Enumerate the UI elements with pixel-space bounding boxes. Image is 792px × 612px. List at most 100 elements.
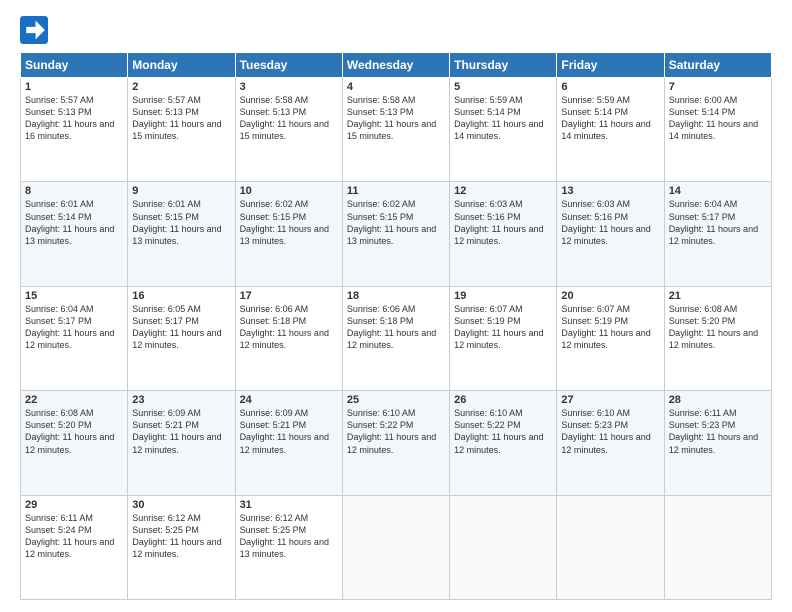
cell-text: Sunrise: 6:07 AMSunset: 5:19 PMDaylight:… xyxy=(561,304,650,350)
day-number: 2 xyxy=(132,81,230,93)
cell-text: Sunrise: 6:02 AMSunset: 5:15 PMDaylight:… xyxy=(347,199,436,245)
week-row-2: 8Sunrise: 6:01 AMSunset: 5:14 PMDaylight… xyxy=(21,182,772,286)
cell-text: Sunrise: 6:10 AMSunset: 5:23 PMDaylight:… xyxy=(561,408,650,454)
day-number: 23 xyxy=(132,394,230,406)
day-number: 15 xyxy=(25,290,123,302)
cell-text: Sunrise: 5:59 AMSunset: 5:14 PMDaylight:… xyxy=(561,95,650,141)
col-header-sunday: Sunday xyxy=(21,53,128,78)
calendar-cell: 29 Sunrise: 6:11 AMSunset: 5:24 PMDayligh… xyxy=(21,495,128,599)
day-number: 6 xyxy=(561,81,659,93)
day-number: 12 xyxy=(454,185,552,197)
day-number: 20 xyxy=(561,290,659,302)
cell-text: Sunrise: 6:04 AMSunset: 5:17 PMDaylight:… xyxy=(669,199,758,245)
day-number: 30 xyxy=(132,499,230,511)
calendar-cell: 6 Sunrise: 5:59 AMSunset: 5:14 PMDaylight… xyxy=(557,78,664,182)
calendar-cell: 16 Sunrise: 6:05 AMSunset: 5:17 PMDayligh… xyxy=(128,286,235,390)
calendar-cell: 3 Sunrise: 5:58 AMSunset: 5:13 PMDaylight… xyxy=(235,78,342,182)
calendar-cell: 24Sunrise: 6:09 AMSunset: 5:21 PMDayligh… xyxy=(235,391,342,495)
cell-text: Sunrise: 5:58 AMSunset: 5:13 PMDaylight:… xyxy=(347,95,436,141)
day-number: 19 xyxy=(454,290,552,302)
calendar-cell: 11 Sunrise: 6:02 AMSunset: 5:15 PMDayligh… xyxy=(342,182,449,286)
logo-icon xyxy=(20,16,48,44)
col-header-saturday: Saturday xyxy=(664,53,771,78)
calendar-cell: 9 Sunrise: 6:01 AMSunset: 5:15 PMDaylight… xyxy=(128,182,235,286)
day-number: 18 xyxy=(347,290,445,302)
cell-text: Sunrise: 6:06 AMSunset: 5:18 PMDaylight:… xyxy=(347,304,436,350)
header-row: SundayMondayTuesdayWednesdayThursdayFrid… xyxy=(21,53,772,78)
cell-text: Sunrise: 6:04 AMSunset: 5:17 PMDaylight:… xyxy=(25,304,114,350)
cell-text: Sunrise: 6:11 AMSunset: 5:24 PMDaylight:… xyxy=(25,513,114,559)
calendar-cell: 13Sunrise: 6:03 AMSunset: 5:16 PMDayligh… xyxy=(557,182,664,286)
day-number: 22 xyxy=(25,394,123,406)
day-number: 4 xyxy=(347,81,445,93)
day-number: 9 xyxy=(132,185,230,197)
day-number: 21 xyxy=(669,290,767,302)
cell-text: Sunrise: 6:00 AMSunset: 5:14 PMDaylight:… xyxy=(669,95,758,141)
cell-text: Sunrise: 6:10 AMSunset: 5:22 PMDaylight:… xyxy=(454,408,543,454)
day-number: 10 xyxy=(240,185,338,197)
day-number: 26 xyxy=(454,394,552,406)
cell-text: Sunrise: 6:12 AMSunset: 5:25 PMDaylight:… xyxy=(240,513,329,559)
cell-text: Sunrise: 6:12 AMSunset: 5:25 PMDaylight:… xyxy=(132,513,221,559)
cell-text: Sunrise: 6:02 AMSunset: 5:15 PMDaylight:… xyxy=(240,199,329,245)
calendar-cell: 14 Sunrise: 6:04 AMSunset: 5:17 PMDayligh… xyxy=(664,182,771,286)
calendar-cell: 28 Sunrise: 6:11 AMSunset: 5:23 PMDayligh… xyxy=(664,391,771,495)
col-header-tuesday: Tuesday xyxy=(235,53,342,78)
calendar-cell: 20 Sunrise: 6:07 AMSunset: 5:19 PMDayligh… xyxy=(557,286,664,390)
calendar-cell: 30 Sunrise: 6:12 AMSunset: 5:25 PMDayligh… xyxy=(128,495,235,599)
day-number: 13 xyxy=(561,185,659,197)
calendar-table: SundayMondayTuesdayWednesdayThursdayFrid… xyxy=(20,52,772,600)
day-number: 25 xyxy=(347,394,445,406)
week-row-4: 22Sunrise: 6:08 AMSunset: 5:20 PMDayligh… xyxy=(21,391,772,495)
week-row-5: 29 Sunrise: 6:11 AMSunset: 5:24 PMDayligh… xyxy=(21,495,772,599)
day-number: 7 xyxy=(669,81,767,93)
calendar-cell: 1Sunrise: 5:57 AMSunset: 5:13 PMDaylight… xyxy=(21,78,128,182)
day-number: 29 xyxy=(25,499,123,511)
week-row-3: 15 Sunrise: 6:04 AMSunset: 5:17 PMDayligh… xyxy=(21,286,772,390)
day-number: 27 xyxy=(561,394,659,406)
cell-text: Sunrise: 6:09 AMSunset: 5:21 PMDaylight:… xyxy=(132,408,221,454)
day-number: 11 xyxy=(347,185,445,197)
day-number: 5 xyxy=(454,81,552,93)
calendar-cell: 17 Sunrise: 6:06 AMSunset: 5:18 PMDayligh… xyxy=(235,286,342,390)
calendar-cell: 2 Sunrise: 5:57 AMSunset: 5:13 PMDaylight… xyxy=(128,78,235,182)
cell-text: Sunrise: 5:59 AMSunset: 5:14 PMDaylight:… xyxy=(454,95,543,141)
day-number: 24 xyxy=(240,394,338,406)
calendar-cell: 5 Sunrise: 5:59 AMSunset: 5:14 PMDaylight… xyxy=(450,78,557,182)
day-number: 16 xyxy=(132,290,230,302)
calendar-cell: 25 Sunrise: 6:10 AMSunset: 5:22 PMDayligh… xyxy=(342,391,449,495)
calendar-cell: 19 Sunrise: 6:07 AMSunset: 5:19 PMDayligh… xyxy=(450,286,557,390)
cell-text: Sunrise: 6:03 AMSunset: 5:16 PMDaylight:… xyxy=(454,199,543,245)
cell-text: Sunrise: 6:01 AMSunset: 5:15 PMDaylight:… xyxy=(132,199,221,245)
calendar-cell xyxy=(557,495,664,599)
cell-text: Sunrise: 6:10 AMSunset: 5:22 PMDaylight:… xyxy=(347,408,436,454)
calendar-cell: 18 Sunrise: 6:06 AMSunset: 5:18 PMDayligh… xyxy=(342,286,449,390)
calendar-cell xyxy=(450,495,557,599)
calendar-cell xyxy=(664,495,771,599)
cell-text: Sunrise: 5:58 AMSunset: 5:13 PMDaylight:… xyxy=(240,95,329,141)
day-number: 28 xyxy=(669,394,767,406)
day-number: 14 xyxy=(669,185,767,197)
cell-text: Sunrise: 6:06 AMSunset: 5:18 PMDaylight:… xyxy=(240,304,329,350)
calendar-cell: 27 Sunrise: 6:10 AMSunset: 5:23 PMDayligh… xyxy=(557,391,664,495)
calendar-cell xyxy=(342,495,449,599)
cell-text: Sunrise: 6:05 AMSunset: 5:17 PMDaylight:… xyxy=(132,304,221,350)
calendar-cell: 15 Sunrise: 6:04 AMSunset: 5:17 PMDayligh… xyxy=(21,286,128,390)
week-row-1: 1Sunrise: 5:57 AMSunset: 5:13 PMDaylight… xyxy=(21,78,772,182)
day-number: 3 xyxy=(240,81,338,93)
col-header-thursday: Thursday xyxy=(450,53,557,78)
cell-text: Sunrise: 5:57 AMSunset: 5:13 PMDaylight:… xyxy=(132,95,221,141)
cell-text: Sunrise: 6:08 AMSunset: 5:20 PMDaylight:… xyxy=(669,304,758,350)
calendar-cell: 7 Sunrise: 6:00 AMSunset: 5:14 PMDaylight… xyxy=(664,78,771,182)
calendar-cell: 10 Sunrise: 6:02 AMSunset: 5:15 PMDayligh… xyxy=(235,182,342,286)
day-number: 17 xyxy=(240,290,338,302)
page: SundayMondayTuesdayWednesdayThursdayFrid… xyxy=(0,0,792,612)
calendar-cell: 22Sunrise: 6:08 AMSunset: 5:20 PMDayligh… xyxy=(21,391,128,495)
cell-text: Sunrise: 6:07 AMSunset: 5:19 PMDaylight:… xyxy=(454,304,543,350)
cell-text: Sunrise: 6:11 AMSunset: 5:23 PMDaylight:… xyxy=(669,408,758,454)
col-header-wednesday: Wednesday xyxy=(342,53,449,78)
calendar-cell: 23 Sunrise: 6:09 AMSunset: 5:21 PMDayligh… xyxy=(128,391,235,495)
calendar: SundayMondayTuesdayWednesdayThursdayFrid… xyxy=(20,52,772,600)
day-number: 8 xyxy=(25,185,123,197)
calendar-cell: 21 Sunrise: 6:08 AMSunset: 5:20 PMDayligh… xyxy=(664,286,771,390)
